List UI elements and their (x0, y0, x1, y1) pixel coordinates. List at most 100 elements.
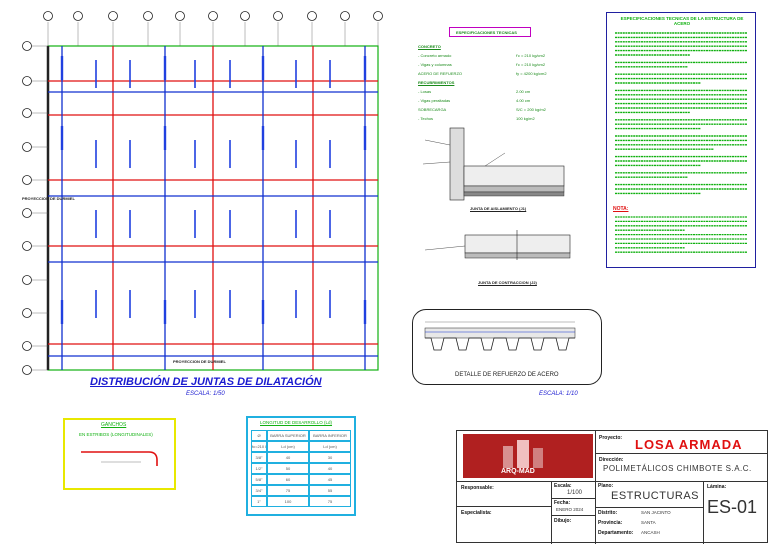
spec-label: - Vigas y columnas (418, 62, 452, 67)
col-axis-bubble (175, 11, 185, 21)
col-axis-bubble (208, 11, 218, 21)
provincia-label: Provincia: (598, 520, 623, 526)
table-cell: 5/8" (251, 474, 267, 485)
logo-panel: ARQ-MAD (463, 434, 593, 478)
spec-label: - Vigas peraltadas (418, 98, 451, 103)
proyeccion-label-bottom: PROYECCION DE DURMIEL (173, 359, 226, 364)
spec-label: ACERO DE REFUERZO (418, 71, 463, 76)
ld-table: ØBARRA SUPERIORBARRA INFERIOR fc=210 kg/c… (251, 430, 351, 514)
col-axis-bubble (273, 11, 283, 21)
row-axis-bubble (22, 175, 32, 185)
spec-value: fy = 4200 kg/cm2 (516, 71, 547, 76)
especialista-label: Especialista: (461, 510, 492, 516)
logo-text: ARQ-MAD (501, 468, 535, 475)
table-cell: 60 (267, 474, 309, 485)
specs-title: ESPECIFICACIONES TECNICAS (456, 30, 517, 35)
col-axis-bubble (373, 11, 383, 21)
company-logo (503, 440, 543, 468)
hook-detail-box: GANCHOS EN ESTRIBOS (LONGITUDINALES) (63, 418, 176, 490)
row-axis-bubble (22, 41, 32, 51)
departamento-label: Departamento: (598, 530, 634, 536)
notes-box: ESPECIFICACIONES TECNICAS DE LA ESTRUCTU… (606, 12, 756, 268)
col-axis-bubble (307, 11, 317, 21)
row-axis-bubble (22, 308, 32, 318)
provincia-value: SANTA (641, 520, 656, 525)
col-axis-bubble (73, 11, 83, 21)
spec-value: 2.00 cm (516, 89, 531, 94)
table-cell: Ld (cm) (309, 441, 351, 452)
joint-j1-label: JUNTA DE AISLAMIENTO (J1) (470, 206, 527, 211)
table-cell: 75 (309, 496, 351, 507)
table-cell: 40 (309, 463, 351, 474)
detail-caption: DETALLE DE REFUERZO DE ACERO (455, 372, 559, 378)
plano-label: Plano: (598, 483, 614, 489)
spec-value: f'c = 210 kg/cm2 (516, 62, 546, 67)
table-cell: 3/8" (251, 452, 267, 463)
row-axis-bubble (22, 341, 32, 351)
table-cell: Ld (cm) (267, 441, 309, 452)
dibujo-label: Dibujo: (554, 518, 572, 524)
table-header-cell: Ø (251, 430, 267, 441)
col-axis-bubble (43, 11, 53, 21)
col-axis-bubble (108, 11, 118, 21)
escala-value: 1/100 (567, 490, 583, 496)
spec-row: - Vigas y columnas f'c = 210 kg/cm2 (416, 62, 566, 70)
spec-label: - Losas (418, 89, 432, 94)
notes-title: ESPECIFICACIONES TECNICAS DE LA ESTRUCTU… (620, 16, 744, 26)
hook-title: GANCHOS (101, 422, 127, 428)
notes-nota-label: NOTA: (613, 206, 629, 212)
table-cell: 40 (267, 452, 309, 463)
plan-scale: ESCALA: 1/50 (186, 391, 225, 397)
specs-title-box: ESPECIFICACIONES TECNICAS (449, 27, 531, 37)
detail-scale: ESCALA: 1/10 (539, 391, 578, 397)
table-cell: 30 (309, 452, 351, 463)
table-cell: 45 (309, 474, 351, 485)
direccion-label: Dirección: (599, 457, 624, 463)
spec-value: S/C = 200 kg/m2 (516, 107, 546, 112)
ld-table-box: LONGITUD DE DESARROLLO (Ld) Ø BARRA SUPER… (246, 416, 356, 516)
hook-bar-drawing (81, 451, 158, 466)
row-axis-bubble (22, 365, 32, 375)
spec-label: CONCRETO (418, 44, 441, 49)
row-axis-bubble (22, 275, 32, 285)
client-name: POLIMETÁLICOS CHIMBOTE S.A.C. (603, 464, 752, 473)
proyeccion-label-top: PROYECCION DE DURMIEL (22, 196, 75, 201)
col-axis-bubble (240, 11, 250, 21)
table-cell: 50 (267, 463, 309, 474)
fecha-label: Fecha: (554, 500, 571, 506)
joint-j2-label: JUNTA DE CONTRACCION (J2) (478, 280, 537, 285)
table-cell: 1" (251, 496, 267, 507)
spec-label: - Concreto armado (418, 53, 452, 58)
row-axis-bubble (22, 241, 32, 251)
project-name: LOSA ARMADA (635, 437, 743, 452)
plan-title: DISTRIBUCIÓN DE JUNTAS DE DILATACIÓN (90, 376, 322, 388)
distrito-value: SAN JACINTO (641, 510, 671, 515)
spec-label: RECUBRIMIENTOS (418, 80, 455, 85)
table-cell: 100 (267, 496, 309, 507)
table-cell: 1/2" (251, 463, 267, 474)
spec-row: SOBRECARGA S/C = 200 kg/m2 (416, 107, 566, 115)
table-cell: fc=210 kg/cm2 (251, 441, 267, 452)
col-axis-bubble (143, 11, 153, 21)
lamina-label: Lámina: (707, 484, 727, 490)
spec-row: RECUBRIMIENTOS (416, 80, 566, 88)
spec-row: CONCRETO (416, 44, 566, 52)
hook-subtitle: EN ESTRIBOS (LONGITUDINALES) (79, 432, 153, 437)
fecha-value: ENERO 2024 (556, 507, 584, 512)
lamina-value: ES-01 (707, 497, 758, 517)
ld-table-title: LONGITUD DE DESARROLLO (Ld) (260, 420, 333, 425)
spec-label: SOBRECARGA (418, 107, 447, 112)
notes-text-lines (615, 32, 747, 253)
spec-row: - Losas 2.00 cm (416, 89, 566, 97)
table-cell: 75 (267, 485, 309, 496)
row-axis-bubble (22, 142, 32, 152)
table-header-cell: BARRA INFERIOR (309, 430, 351, 441)
table-header-cell: BARRA SUPERIOR (267, 430, 309, 441)
spec-value: 4.00 cm (516, 98, 531, 103)
row-axis-bubble (22, 108, 32, 118)
spec-row: - Vigas peraltadas 4.00 cm (416, 98, 566, 106)
steel-deck-section (424, 321, 576, 351)
title-block: ARQ-MAD Proyecto: LOSA ARMADA Dirección:… (456, 430, 768, 544)
table-cell: 3/4" (251, 485, 267, 496)
plano-value: ESTRUCTURAS (611, 490, 700, 502)
